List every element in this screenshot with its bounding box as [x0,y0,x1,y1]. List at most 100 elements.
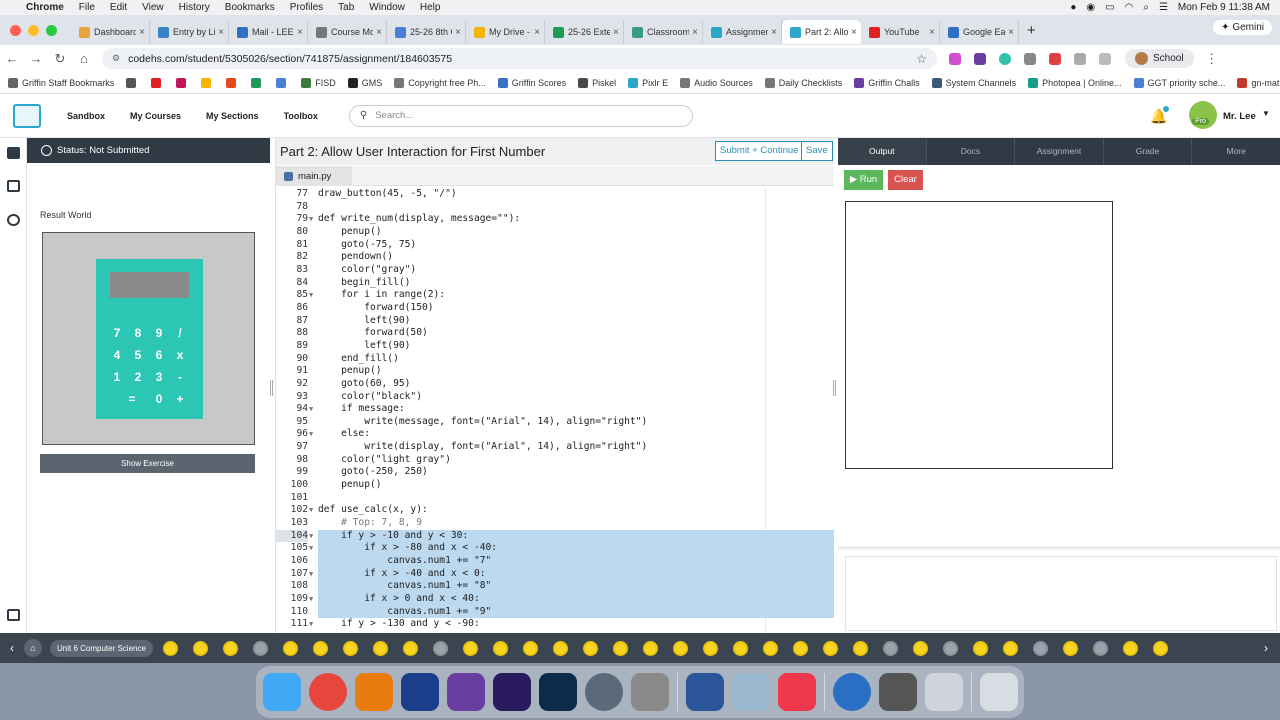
globe-app-icon[interactable] [833,673,871,711]
browser-tab[interactable]: Course Mo × [308,20,387,44]
close-tab-icon[interactable]: × [1008,27,1014,38]
console-resize-handle[interactable] [838,547,1280,550]
premiere-app-icon[interactable] [493,673,531,711]
preview-app-icon[interactable] [732,673,770,711]
close-tab-icon[interactable]: × [139,27,145,38]
lightbulb-icon[interactable] [1062,640,1078,656]
bookmark-item[interactable]: Griffin Staff Bookmarks [8,77,114,88]
bookmark-item[interactable]: Griffin Scores [497,77,566,88]
bookmark-icon[interactable] [226,77,240,88]
fold-arrow-icon[interactable]: ▼ [309,530,313,543]
lightbulb-icon[interactable] [252,640,268,656]
record-icon[interactable]: ● [1070,2,1076,13]
code-line[interactable]: 96 ▼ else: [276,428,834,441]
bookmark-item[interactable]: Daily Checklists [764,77,842,88]
bookmark-icon[interactable] [251,77,265,88]
fold-arrow-icon[interactable]: ▼ [309,593,313,606]
code-line[interactable]: 89 left(90) [276,340,834,353]
lightbulb-icon[interactable] [282,640,298,656]
lightbulb-icon[interactable] [162,640,178,656]
browser-tab[interactable]: 25-26 Exte × [545,20,624,44]
code-line[interactable]: 87 left(90) [276,315,834,328]
code-line[interactable]: 93 color("black") [276,391,834,404]
home-icon[interactable]: ⌂ [24,639,42,657]
photoshop-app-icon[interactable] [539,673,577,711]
close-tab-icon[interactable]: × [613,27,619,38]
extension-icon[interactable] [1049,52,1061,65]
lightbulb-icon[interactable] [222,640,238,656]
lightbulb-icon[interactable] [762,640,778,656]
bookmark-item[interactable]: System Channels [931,77,1016,88]
lightbulb-icon[interactable] [882,640,898,656]
bookmark-item[interactable]: Piskel [578,77,616,88]
nav-sandbox[interactable]: Sandbox [67,111,105,121]
blender-app-icon[interactable] [355,673,393,711]
code-line[interactable]: 101 [276,492,834,505]
lightbulb-icon[interactable] [1092,640,1108,656]
lightbulb-icon[interactable] [582,640,598,656]
keyboard-app-icon[interactable] [925,673,963,711]
close-tab-icon[interactable]: × [297,27,303,38]
save-button[interactable]: Save [801,141,833,161]
lightbulb-icon[interactable] [672,640,688,656]
code-line[interactable]: 80 penup() [276,226,834,239]
close-tab-icon[interactable]: × [218,27,224,38]
chevron-right-icon[interactable]: › [1254,641,1278,655]
code-line[interactable]: 88 forward(50) [276,327,834,340]
code-line[interactable]: 86 forward(150) [276,302,834,315]
browser-tab[interactable]: Assignmen × [703,20,782,44]
user-name[interactable]: Mr. Lee [1223,111,1256,122]
lightbulb-icon[interactable] [1032,640,1048,656]
code-line[interactable]: 95 write(message, font=("Arial", 14), al… [276,416,834,429]
files-icon[interactable] [7,180,20,192]
code-line[interactable]: 104 ▼ if y > -10 and y < 30: [276,529,834,543]
lightbulb-icon[interactable] [822,640,838,656]
menu-view[interactable]: View [142,2,164,13]
user-avatar[interactable]: Pro [1189,101,1217,129]
tab-assignment[interactable]: Assignment [1015,138,1104,165]
lightbulb-icon[interactable] [432,640,448,656]
lightbulb-icon[interactable] [462,640,478,656]
extension-icon[interactable] [974,52,986,65]
browser-tab[interactable]: YouTube × [861,20,940,44]
sidepanel-icon[interactable] [1099,52,1111,65]
close-tab-icon[interactable]: × [929,27,935,38]
lightbulb-icon[interactable] [972,640,988,656]
lightbulb-icon[interactable] [702,640,718,656]
code-line[interactable]: 85 ▼ for i in range(2): [276,289,834,302]
show-exercise-button[interactable]: Show Exercise [40,454,255,473]
code-line[interactable]: 82 pendown() [276,251,834,264]
console-output[interactable] [845,556,1277,631]
lightbulb-icon[interactable] [372,640,388,656]
code-line[interactable]: 106 canvas.num1 += "7" [276,555,834,568]
forward-icon[interactable]: → [24,51,48,66]
word-app-icon[interactable] [686,673,724,711]
youtube-bookmark-icon[interactable] [151,77,165,88]
bookmark-item[interactable]: gn-math [1237,77,1280,88]
menu-window[interactable]: Window [369,2,405,13]
code-area[interactable]: 77 draw_button(45, -5, "/") 78 79 ▼ def write… [276,188,834,633]
notification-bell-icon[interactable]: 🔔 [1150,106,1170,125]
output-canvas[interactable] [845,201,1113,469]
lightbulb-icon[interactable] [192,640,208,656]
code-line[interactable]: 110 canvas.num1 += "9" [276,605,834,619]
apps-icon[interactable] [126,77,140,88]
left-splitter-handle[interactable] [270,380,273,396]
code-line[interactable]: 100 penup() [276,479,834,492]
tab-output[interactable]: Output [838,138,927,165]
nav-toolbox[interactable]: Toolbox [284,111,318,121]
bookmark-item[interactable]: Photopea | Online... [1028,77,1122,88]
submit-continue-button[interactable]: Submit + Continue [715,141,804,161]
new-tab-button[interactable]: + [1027,22,1036,39]
code-line[interactable]: 109 ▼ if x > 0 and x < 40: [276,593,834,606]
code-line[interactable]: 83 color("gray") [276,264,834,277]
lightbulb-icon[interactable] [312,640,328,656]
browser-tab[interactable]: Classroom × [624,20,703,44]
close-tab-icon[interactable]: × [692,27,698,38]
puzzle-icon[interactable] [1074,52,1086,65]
settings-icon[interactable] [7,214,20,226]
lightbulb-icon[interactable] [522,640,538,656]
close-tab-icon[interactable]: × [455,27,461,38]
unit-label[interactable]: Unit 6 Computer Science [50,639,153,657]
close-window-button[interactable] [10,24,21,36]
